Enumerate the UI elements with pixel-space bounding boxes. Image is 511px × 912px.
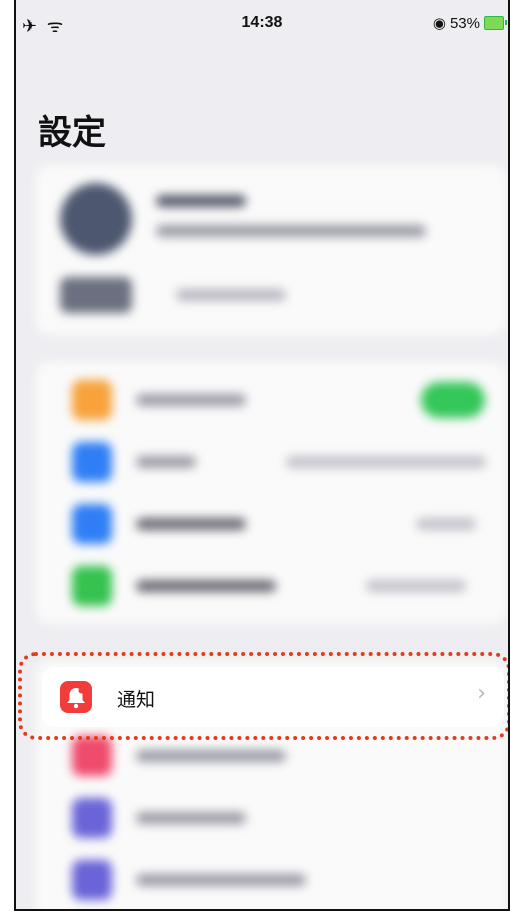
focus-label-blur <box>136 812 246 824</box>
screen-time-label-blur <box>136 874 306 886</box>
account-name-blur <box>156 195 246 207</box>
airplane-toggle[interactable] <box>421 382 485 418</box>
bluetooth-value-blur <box>416 518 476 530</box>
cellular-value-blur <box>366 580 466 592</box>
battery-icon <box>484 16 507 30</box>
status-bar: ✈ ᯤ 14:38 ◉ 53% <box>16 0 508 52</box>
avatar <box>60 183 132 255</box>
battery-percent: 53% <box>449 14 480 32</box>
battery-status: ◉ 53% <box>432 14 507 32</box>
cellular-label-blur <box>136 580 276 592</box>
screen-time-icon <box>72 860 112 900</box>
cellular-icon <box>72 566 112 606</box>
focus-icon <box>72 798 112 838</box>
account-group[interactable] <box>36 165 506 335</box>
orientation-lock-icon: ◉ <box>432 15 446 32</box>
page-title: 設定 <box>38 113 106 153</box>
bluetooth-label-blur <box>136 518 246 530</box>
connectivity-group <box>36 362 506 624</box>
wifi-value-blur <box>286 456 486 468</box>
airplane-mode-icon <box>72 380 112 420</box>
family-icon <box>60 277 132 313</box>
airplane-mode-label-blur <box>136 394 246 406</box>
sounds-label-blur <box>136 750 286 762</box>
family-label-blur <box>176 289 286 301</box>
wifi-label-blur <box>136 456 196 468</box>
highlight-frame <box>18 652 508 740</box>
phone-screen: ✈ ᯤ 14:38 ◉ 53% 設定 通知 › <box>14 0 510 911</box>
wifi-icon <box>72 442 112 482</box>
bluetooth-icon <box>72 504 112 544</box>
sounds-icon <box>72 736 112 776</box>
account-sub-blur <box>156 225 426 237</box>
